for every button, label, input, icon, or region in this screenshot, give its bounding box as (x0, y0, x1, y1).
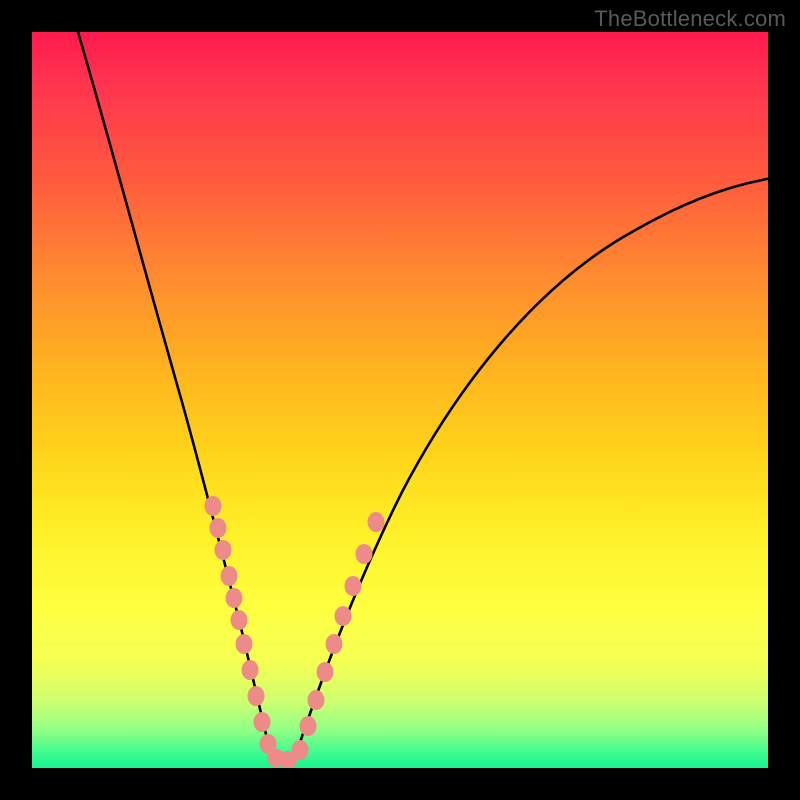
chart-frame: TheBottleneck.com (0, 0, 800, 800)
marker-cluster-right (292, 512, 385, 760)
watermark-text: TheBottleneck.com (594, 6, 786, 32)
plot-area (32, 32, 768, 768)
curve-right-branch (294, 177, 768, 760)
marker-cluster-left (205, 496, 298, 768)
curve-layer (32, 32, 768, 768)
